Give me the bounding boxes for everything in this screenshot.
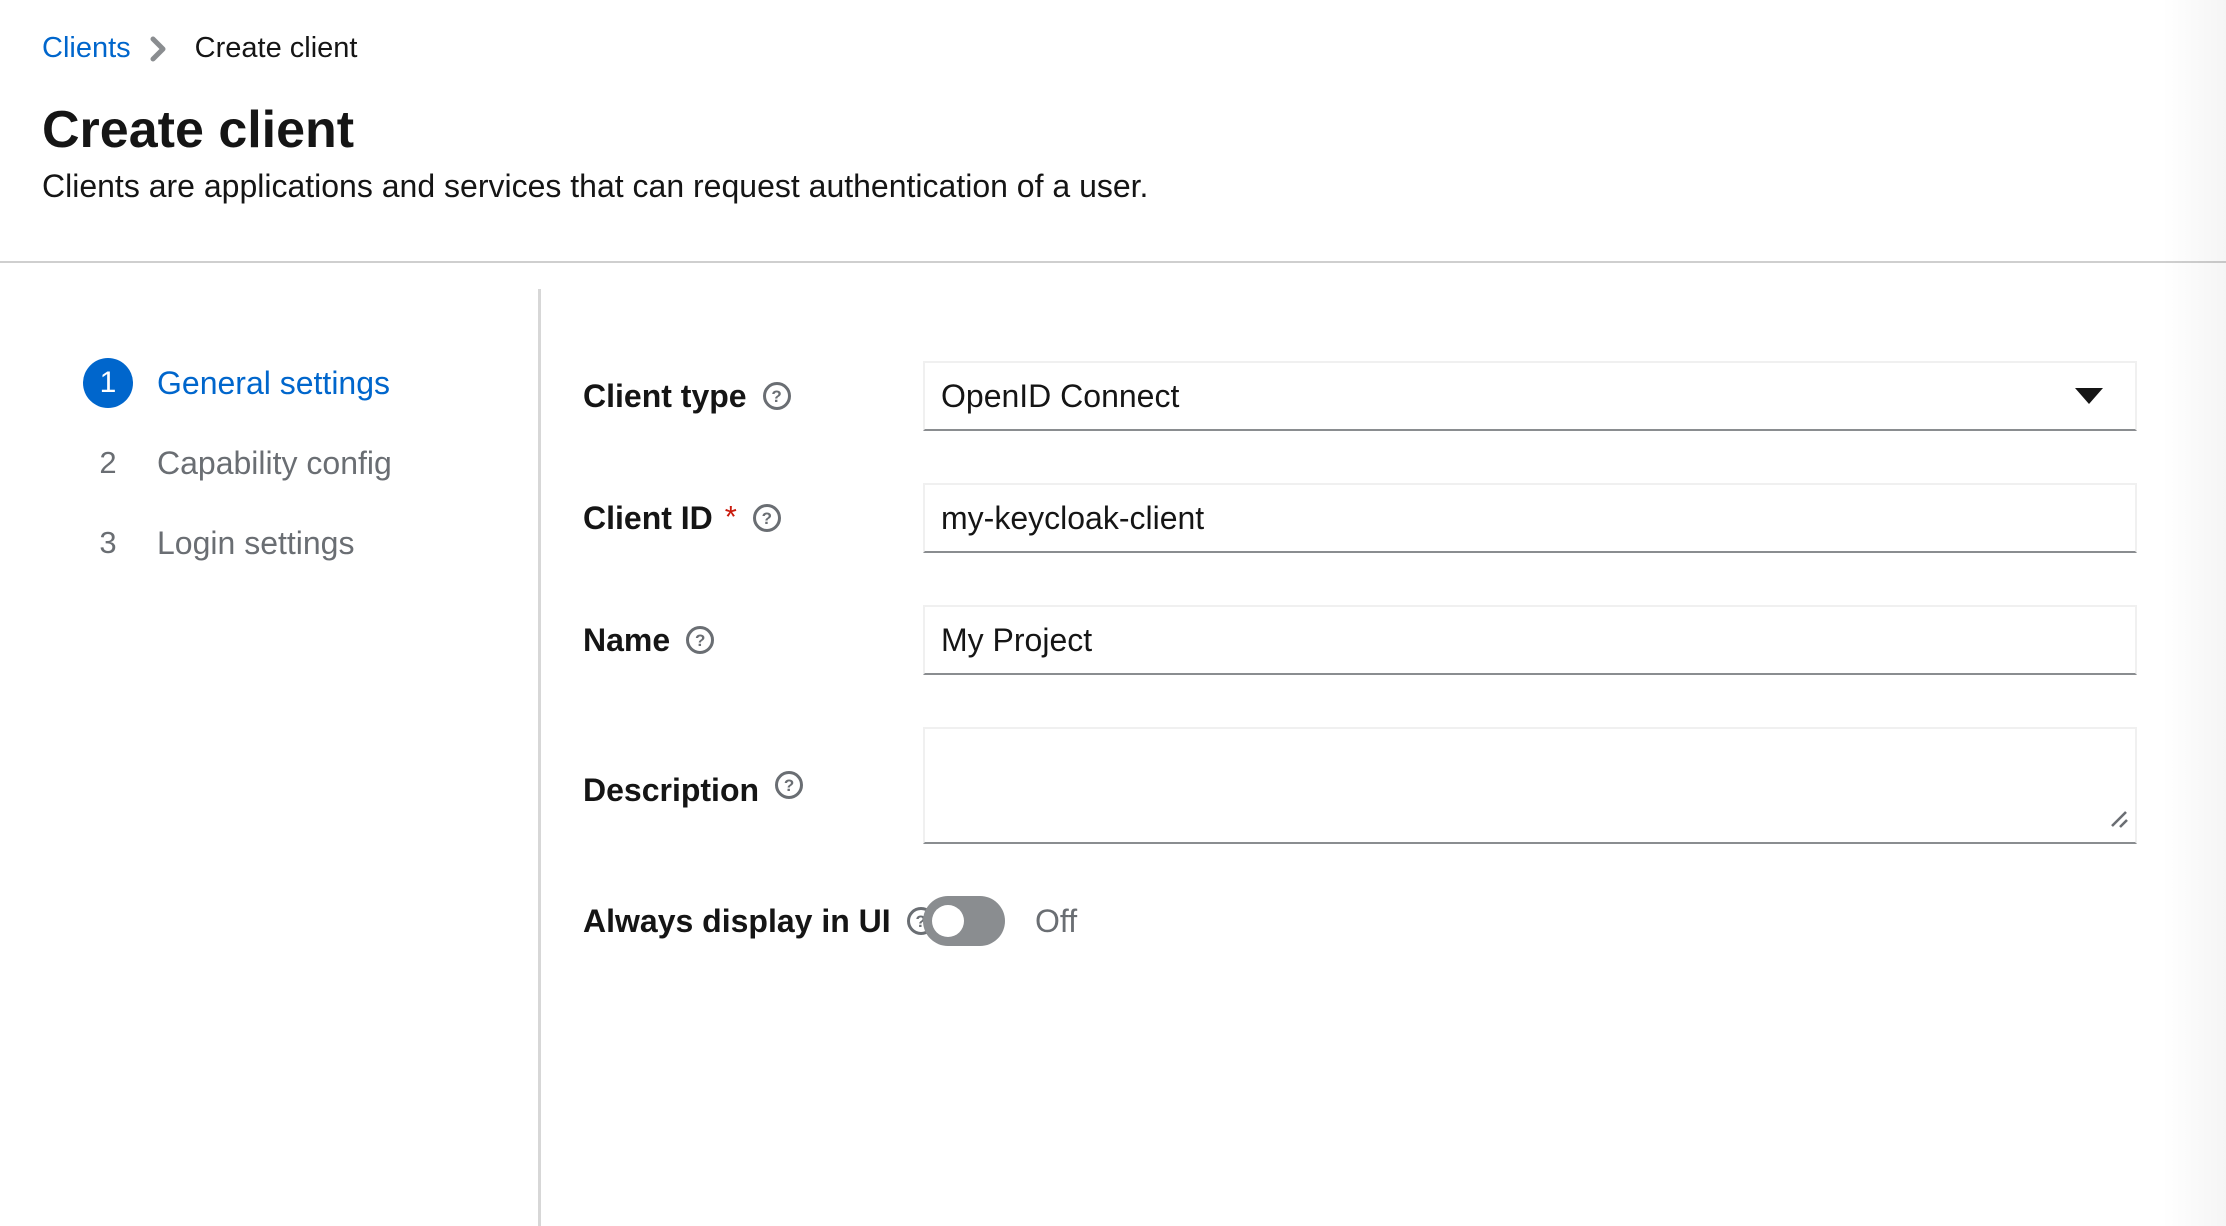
description-textarea[interactable] (923, 727, 2137, 844)
client-type-help-icon[interactable]: ? (763, 382, 791, 410)
form-group-client-type: Client type ? OpenID Connect (583, 361, 2137, 431)
breadcrumb: Clients Create client (42, 28, 2137, 68)
client-id-help-icon[interactable]: ? (753, 504, 781, 532)
name-input[interactable] (923, 605, 2137, 675)
wizard-step-number: 2 (83, 438, 133, 488)
form-group-description: Description ? (583, 727, 2137, 844)
breadcrumb-current: Create client (195, 28, 358, 68)
form-group-always-display-in-ui: Always display in UI ? Off (583, 896, 2137, 946)
client-id-label: Client ID (583, 499, 713, 537)
client-type-label: Client type (583, 377, 747, 415)
toggle-state-label: Off (1035, 903, 1077, 940)
form-group-client-id: Client ID * ? (583, 483, 2137, 553)
toggle-knob (932, 905, 964, 937)
wizard-step-number: 3 (83, 518, 133, 568)
name-label: Name (583, 621, 670, 659)
description-label: Description (583, 771, 759, 809)
wizard-step-label: Login settings (157, 525, 354, 562)
page-title: Create client (42, 98, 2137, 162)
general-settings-form: Client type ? OpenID Connect Client ID *… (541, 263, 2226, 1226)
wizard-nav: 1 General settings 2 Capability config 3… (0, 263, 538, 598)
wizard-section: 1 General settings 2 Capability config 3… (0, 263, 2226, 1226)
create-client-page: Clients Create client Create client Clie… (0, 0, 2226, 1226)
client-id-input[interactable] (923, 483, 2137, 553)
wizard-step-number-badge: 1 (83, 358, 133, 408)
always-display-in-ui-label: Always display in UI (583, 902, 891, 940)
form-group-name: Name ? (583, 605, 2137, 675)
wizard-step-login-settings[interactable]: 3 Login settings (83, 518, 538, 568)
always-display-in-ui-toggle[interactable] (923, 896, 1005, 946)
name-help-icon[interactable]: ? (686, 626, 714, 654)
wizard-step-label: Capability config (157, 445, 392, 482)
wizard-step-capability-config[interactable]: 2 Capability config (83, 438, 538, 488)
required-asterisk: * (725, 499, 737, 535)
wizard-step-label: General settings (157, 365, 390, 402)
description-help-icon[interactable]: ? (775, 771, 803, 799)
breadcrumb-separator-icon (147, 35, 169, 63)
breadcrumb-link-clients[interactable]: Clients (42, 28, 131, 68)
page-header: Clients Create client Create client Clie… (0, 0, 2226, 263)
client-type-selected-value: OpenID Connect (941, 378, 2075, 415)
client-type-select[interactable]: OpenID Connect (923, 361, 2137, 431)
wizard-step-general-settings[interactable]: 1 General settings (83, 358, 538, 408)
page-subtitle: Clients are applications and services th… (42, 164, 2137, 208)
caret-down-icon (2075, 388, 2103, 404)
